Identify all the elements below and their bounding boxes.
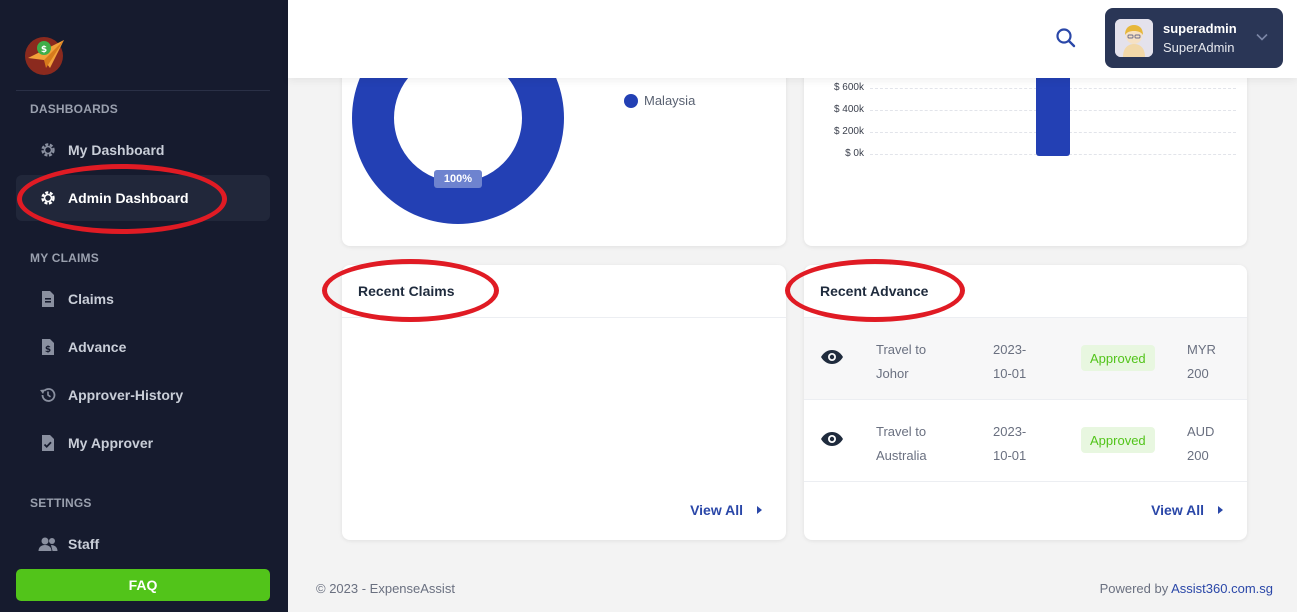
card-title: Recent Advance bbox=[804, 265, 1247, 318]
faq-button[interactable]: FAQ bbox=[16, 569, 270, 601]
card-title: Recent Claims bbox=[342, 265, 786, 318]
advance-amount: MYR 200 bbox=[1187, 338, 1237, 386]
recent-claims-card: Recent Claims View All bbox=[342, 265, 786, 540]
chevron-down-icon bbox=[1255, 30, 1269, 44]
sidebar-item-advance[interactable]: $ Advance bbox=[16, 324, 270, 370]
y-tick-label: $ 600k bbox=[833, 82, 864, 93]
caret-right-icon bbox=[1218, 506, 1223, 514]
sidebar-item-label: Claims bbox=[68, 291, 114, 307]
desc-line: Travel to bbox=[876, 424, 927, 439]
sidebar-item-my-approver[interactable]: My Approver bbox=[16, 420, 270, 466]
sidebar-item-label: Advance bbox=[68, 339, 127, 355]
status-badge: Approved bbox=[1081, 427, 1155, 453]
app-logo[interactable]: $ bbox=[22, 34, 68, 76]
eye-icon[interactable] bbox=[820, 430, 844, 448]
powered-by-text: Powered by bbox=[1099, 581, 1169, 596]
legend-label: Malaysia bbox=[644, 93, 696, 108]
amount-value: 200 bbox=[1187, 448, 1209, 463]
date-line: 10-01 bbox=[993, 448, 1027, 463]
view-all-claims-link[interactable]: View All bbox=[690, 502, 762, 518]
sidebar-item-label: My Approver bbox=[68, 435, 154, 451]
legend-swatch bbox=[624, 93, 638, 108]
advance-description: Travel to Johor bbox=[876, 338, 966, 386]
document-icon bbox=[38, 289, 58, 309]
sidebar: $ DASHBOARDS My Dashboard Admin Dashboar… bbox=[0, 0, 288, 612]
approve-document-icon bbox=[38, 433, 58, 453]
table-row[interactable]: Travel to Johor 2023- 10-01 Approved MYR… bbox=[804, 318, 1247, 400]
divider bbox=[16, 90, 270, 91]
advance-amount: AUD 200 bbox=[1187, 420, 1237, 468]
eye-icon[interactable] bbox=[820, 348, 844, 366]
desc-line: Australia bbox=[876, 448, 927, 463]
y-tick-label: $ 400k bbox=[833, 104, 864, 115]
caret-right-icon bbox=[757, 506, 762, 514]
y-tick-label: $ 200k bbox=[833, 126, 864, 137]
footer-powered-by: Powered by Assist360.com.sg bbox=[1100, 581, 1273, 596]
sidebar-item-my-dashboard[interactable]: My Dashboard bbox=[16, 127, 270, 173]
avatar bbox=[1115, 19, 1153, 57]
amount-currency: AUD bbox=[1187, 424, 1215, 439]
chart-legend[interactable]: Malaysia bbox=[624, 93, 695, 108]
gear-icon bbox=[38, 188, 58, 208]
status-badge: Approved bbox=[1081, 345, 1155, 371]
svg-text:$: $ bbox=[45, 345, 51, 355]
amount-value: 200 bbox=[1187, 366, 1209, 381]
search-icon[interactable] bbox=[1054, 26, 1078, 50]
gear-icon bbox=[38, 140, 58, 160]
desc-line: Johor bbox=[876, 366, 909, 381]
advance-date: 2023- 10-01 bbox=[993, 338, 1043, 386]
date-line: 10-01 bbox=[993, 366, 1027, 381]
desc-line: Travel to bbox=[876, 342, 927, 357]
view-all-label: View All bbox=[690, 502, 743, 518]
svg-text:$: $ bbox=[41, 45, 47, 55]
date-line: 2023- bbox=[993, 342, 1027, 357]
sidebar-item-claims[interactable]: Claims bbox=[16, 276, 270, 322]
section-title-my-claims: MY CLAIMS bbox=[30, 251, 99, 265]
y-tick-label: $ 0k bbox=[845, 148, 864, 159]
sidebar-item-approver-history[interactable]: Approver-History bbox=[16, 372, 270, 418]
footer-copyright: © 2023 - ExpenseAssist bbox=[316, 581, 455, 596]
sidebar-item-label: Admin Dashboard bbox=[68, 190, 189, 206]
user-menu[interactable]: superadmin SuperAdmin bbox=[1105, 8, 1283, 68]
sidebar-item-label: Approver-History bbox=[68, 387, 184, 403]
view-all-advance-link[interactable]: View All bbox=[1151, 502, 1223, 518]
view-all-label: View All bbox=[1151, 502, 1204, 518]
section-title-dashboards: DASHBOARDS bbox=[30, 102, 119, 116]
user-info: superadmin SuperAdmin bbox=[1163, 21, 1237, 55]
advance-description: Travel to Australia bbox=[876, 420, 966, 468]
user-role: SuperAdmin bbox=[1163, 40, 1235, 55]
donut-data-label: 100% bbox=[434, 170, 482, 188]
recent-advance-card: Recent Advance Travel to Johor 2023- 10-… bbox=[804, 265, 1247, 540]
sidebar-item-admin-dashboard[interactable]: Admin Dashboard bbox=[16, 175, 270, 221]
advance-date: 2023- 10-01 bbox=[993, 420, 1043, 468]
date-line: 2023- bbox=[993, 424, 1027, 439]
top-header: superadmin SuperAdmin bbox=[288, 0, 1297, 78]
sidebar-item-label: Staff bbox=[68, 536, 100, 552]
user-name: superadmin bbox=[1163, 21, 1237, 36]
amount-currency: MYR bbox=[1187, 342, 1216, 357]
money-document-icon: $ bbox=[38, 337, 58, 357]
powered-by-link[interactable]: Assist360.com.sg bbox=[1171, 581, 1273, 596]
sidebar-item-label: My Dashboard bbox=[68, 142, 165, 158]
section-title-settings: SETTINGS bbox=[30, 496, 92, 510]
history-icon bbox=[38, 385, 58, 405]
table-row[interactable]: Travel to Australia 2023- 10-01 Approved… bbox=[804, 400, 1247, 482]
